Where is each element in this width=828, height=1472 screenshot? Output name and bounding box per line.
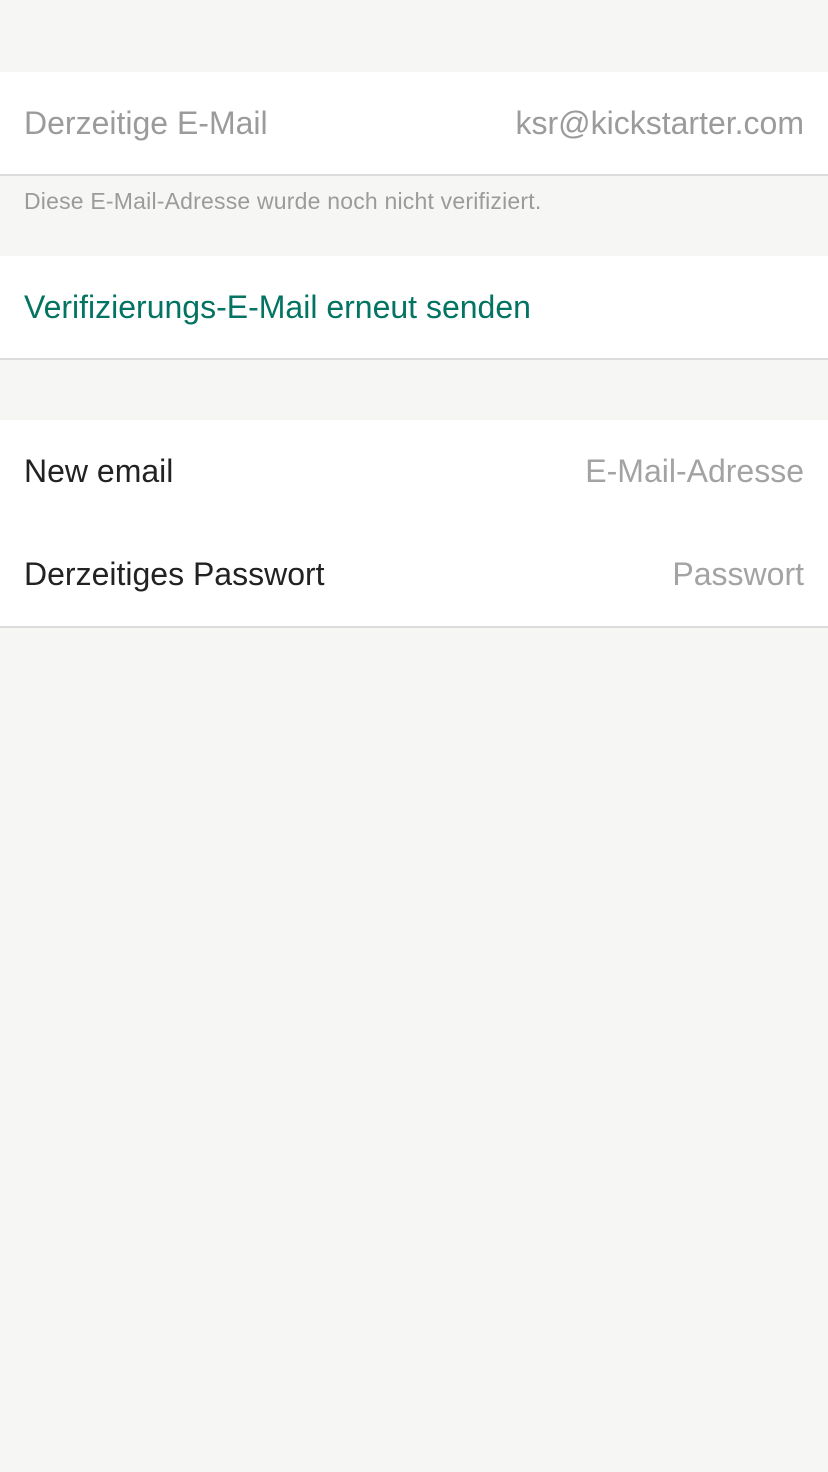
resend-verification-button[interactable]: Verifizierungs-E-Mail erneut senden	[24, 289, 531, 326]
current-email-label: Derzeitige E-Mail	[24, 104, 268, 141]
current-email-section: Derzeitige E-Mail ksr@kickstarter.com	[0, 72, 828, 176]
resend-row[interactable]: Verifizierungs-E-Mail erneut senden	[0, 256, 828, 358]
password-field[interactable]	[424, 556, 804, 593]
new-email-row: New email	[0, 420, 828, 523]
new-email-field[interactable]	[424, 453, 804, 490]
new-email-label: New email	[24, 453, 174, 489]
password-label: Derzeitiges Passwort	[24, 556, 325, 592]
password-row: Derzeitiges Passwort	[0, 523, 828, 626]
current-email-value: ksr@kickstarter.com	[515, 104, 804, 141]
resend-section: Verifizierungs-E-Mail erneut senden	[0, 256, 828, 360]
verification-note: Diese E-Mail-Adresse wurde noch nicht ve…	[24, 188, 542, 214]
change-email-form: New email Derzeitiges Passwort	[0, 420, 828, 628]
current-email-row: Derzeitige E-Mail ksr@kickstarter.com	[0, 72, 828, 174]
